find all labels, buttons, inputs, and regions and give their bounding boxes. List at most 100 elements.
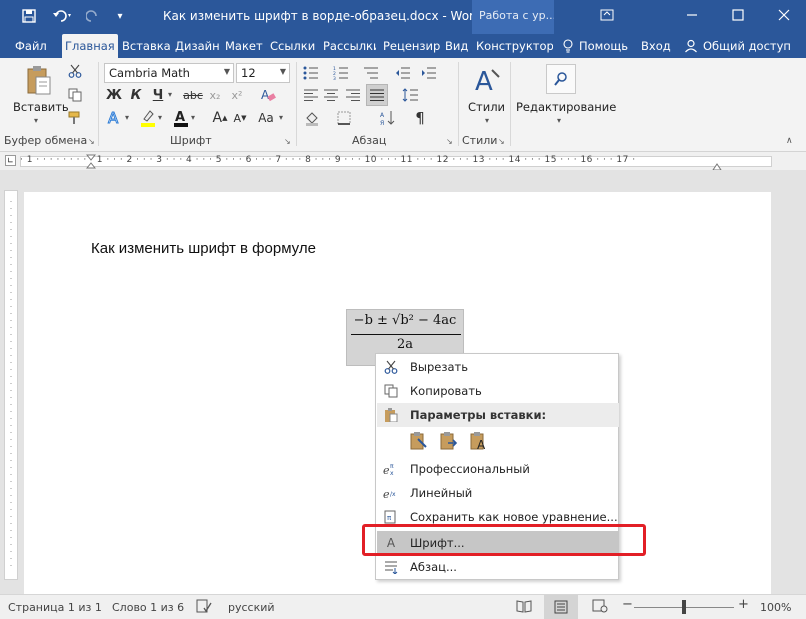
tab-mailings[interactable]: Рассылки xyxy=(320,34,376,58)
change-case-button[interactable]: Aa xyxy=(254,108,278,128)
shrink-font-button[interactable]: A ▼ xyxy=(232,108,248,128)
zoom-slider-thumb[interactable] xyxy=(682,600,686,614)
tab-references[interactable]: Ссылки xyxy=(267,34,317,58)
superscript-button[interactable]: x² xyxy=(228,86,246,104)
zoom-level[interactable]: 100% xyxy=(760,601,791,614)
bullets-icon[interactable] xyxy=(302,64,320,82)
web-layout-icon[interactable] xyxy=(592,599,608,616)
paste-icon[interactable] xyxy=(24,64,54,98)
paste-merge-icon[interactable] xyxy=(438,430,460,452)
print-layout-icon[interactable] xyxy=(544,595,578,619)
strikethrough-button[interactable]: abc xyxy=(182,86,204,104)
clipboard-launcher-icon[interactable]: ↘ xyxy=(88,137,95,146)
read-mode-icon[interactable] xyxy=(516,599,532,616)
font-color-dropdown-icon[interactable]: ▾ xyxy=(191,113,195,122)
tab-selector-icon[interactable]: ∟ xyxy=(5,155,16,166)
horizontal-ruler[interactable]: ∟ · 1 · · · · · · · · · 1 · · · 2 · · · … xyxy=(0,152,806,171)
paste-dropdown-icon[interactable]: ▾ xyxy=(34,116,38,125)
numbering-icon[interactable]: 123 xyxy=(332,64,350,82)
shading-icon[interactable] xyxy=(302,108,322,128)
underline-button[interactable]: Ч xyxy=(150,86,166,104)
decrease-indent-icon[interactable] xyxy=(394,64,412,82)
tab-view[interactable]: Вид xyxy=(442,34,470,58)
menu-item-copy[interactable]: Копировать xyxy=(377,379,619,403)
page-count[interactable]: Страница 1 из 1 xyxy=(8,601,102,614)
proofing-icon[interactable] xyxy=(196,599,212,616)
title-bar: ▾ Как изменить шрифт в ворде-образец.doc… xyxy=(0,0,806,34)
maximize-icon[interactable] xyxy=(721,4,755,26)
tab-constructor[interactable]: Конструктор xyxy=(473,34,553,58)
justify-icon[interactable] xyxy=(366,84,388,106)
ribbon-display-options-icon[interactable] xyxy=(590,4,624,26)
tab-help[interactable]: Помощь xyxy=(576,34,632,58)
italic-button[interactable]: К xyxy=(128,86,144,104)
save-icon[interactable] xyxy=(18,6,40,26)
editing-button[interactable]: Редактирование xyxy=(516,100,616,114)
menu-item-paragraph[interactable]: Абзац... xyxy=(377,555,619,579)
tab-home[interactable]: Главная xyxy=(62,34,118,58)
bold-button[interactable]: Ж xyxy=(106,86,122,104)
share-icon xyxy=(684,39,698,56)
redo-icon[interactable] xyxy=(84,6,102,26)
font-name-combo[interactable]: Cambria Math ▼ xyxy=(104,63,234,83)
text-effects-dropdown-icon[interactable]: ▾ xyxy=(125,113,129,122)
tab-design[interactable]: Дизайн xyxy=(172,34,220,58)
svg-text:e: e xyxy=(383,464,390,476)
paste-button[interactable]: Вставить xyxy=(13,100,69,114)
copy-icon[interactable] xyxy=(66,86,84,104)
styles-launcher-icon[interactable]: ↘ xyxy=(498,137,505,146)
context-tab-equation-tools[interactable]: Работа с ур... xyxy=(472,0,554,34)
change-case-dropdown-icon[interactable]: ▾ xyxy=(279,113,283,122)
clear-formatting-icon[interactable]: A xyxy=(258,85,278,105)
highlight-color-icon[interactable] xyxy=(138,108,158,128)
borders-icon[interactable] xyxy=(334,108,354,128)
grow-font-button[interactable]: A ▲ xyxy=(212,108,228,128)
align-center-icon[interactable] xyxy=(322,86,340,104)
text-effects-icon[interactable]: A xyxy=(106,108,124,128)
tab-signin[interactable]: Вход xyxy=(638,34,672,58)
paragraph-launcher-icon[interactable]: ↘ xyxy=(446,137,453,146)
customize-qat-icon[interactable]: ▾ xyxy=(112,6,128,26)
line-spacing-icon[interactable] xyxy=(400,86,420,104)
underline-dropdown-icon[interactable]: ▾ xyxy=(168,90,172,99)
styles-icon[interactable]: A xyxy=(470,64,504,98)
styles-button[interactable]: Стили xyxy=(468,100,505,114)
align-right-icon[interactable] xyxy=(344,86,362,104)
search-icon[interactable] xyxy=(546,64,576,94)
cut-icon[interactable] xyxy=(66,62,84,80)
highlight-dropdown-icon[interactable]: ▾ xyxy=(158,113,162,122)
minimize-icon[interactable] xyxy=(675,4,709,26)
paste-text-only-icon[interactable]: A xyxy=(468,430,490,452)
editing-dropdown-icon[interactable]: ▾ xyxy=(557,116,561,125)
styles-dropdown-icon[interactable]: ▾ xyxy=(485,116,489,125)
document-heading[interactable]: Как изменить шрифт в формуле xyxy=(91,240,316,257)
paste-keep-source-icon[interactable] xyxy=(408,430,430,452)
align-left-icon[interactable] xyxy=(302,86,320,104)
sort-icon[interactable]: AЯ xyxy=(378,108,398,128)
subscript-button[interactable]: x₂ xyxy=(206,86,224,104)
format-painter-icon[interactable] xyxy=(66,109,84,127)
close-icon[interactable] xyxy=(767,4,801,26)
tab-file[interactable]: Файл xyxy=(12,34,50,58)
tab-layout[interactable]: Макет xyxy=(222,34,264,58)
increase-indent-icon[interactable] xyxy=(420,64,438,82)
menu-item-professional[interactable]: eπx Профессиональный xyxy=(377,457,619,481)
share-button[interactable]: Общий доступ xyxy=(700,34,792,58)
menu-item-linear[interactable]: e/x Линейный xyxy=(377,481,619,505)
zoom-in-icon[interactable]: + xyxy=(738,597,749,612)
tab-insert[interactable]: Вставка xyxy=(119,34,171,58)
menu-item-cut[interactable]: Вырезать xyxy=(377,355,619,379)
show-marks-icon[interactable]: ¶ xyxy=(410,108,430,128)
collapse-ribbon-icon[interactable]: ∧ xyxy=(786,136,793,146)
zoom-out-icon[interactable]: − xyxy=(622,597,633,612)
font-size-combo[interactable]: 12 ▼ xyxy=(236,63,290,83)
equation-professional-icon: eπx xyxy=(383,461,399,477)
font-launcher-icon[interactable]: ↘ xyxy=(284,137,291,146)
multilevel-list-icon[interactable] xyxy=(362,64,380,82)
vertical-ruler[interactable] xyxy=(4,190,18,580)
word-count[interactable]: Слово 1 из 6 xyxy=(112,601,184,614)
undo-icon[interactable] xyxy=(48,6,78,26)
font-color-icon[interactable]: A xyxy=(172,108,190,128)
language-indicator[interactable]: русский xyxy=(228,601,275,614)
tab-review[interactable]: Рецензир xyxy=(380,34,440,58)
